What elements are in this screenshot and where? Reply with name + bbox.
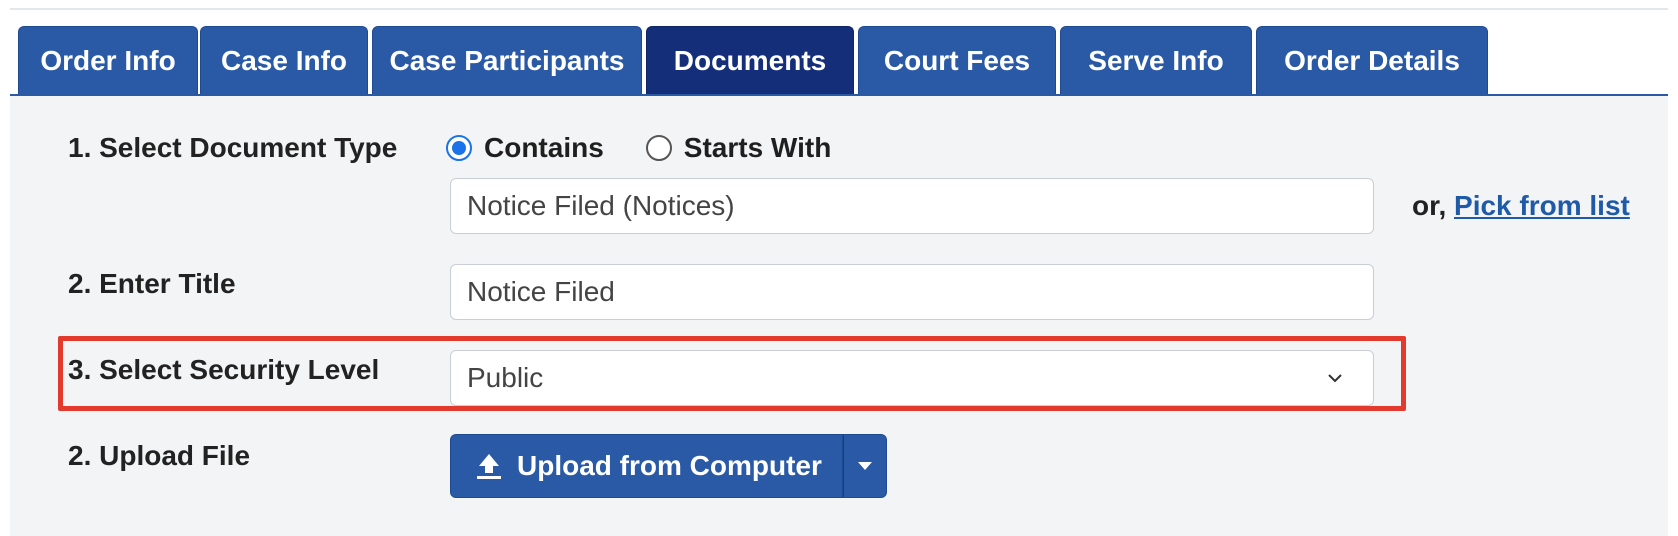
tab-serve-info[interactable]: Serve Info xyxy=(1060,26,1252,94)
document-type-input[interactable] xyxy=(450,178,1374,234)
contains-radio-label[interactable]: Contains xyxy=(484,132,604,164)
starts-with-radio-label[interactable]: Starts With xyxy=(684,132,832,164)
tab-order-info[interactable]: Order Info xyxy=(18,26,198,94)
tab-court-fees[interactable]: Court Fees xyxy=(858,26,1056,94)
upload-options-dropdown-button[interactable] xyxy=(842,434,887,498)
tab-label: Case Participants xyxy=(389,44,625,76)
select-security-level-label: 3. Select Security Level xyxy=(68,354,380,385)
tab-label: Documents xyxy=(673,44,827,76)
starts-with-radio[interactable] xyxy=(645,135,672,161)
top-divider xyxy=(10,8,1668,10)
upload-from-computer-button[interactable]: Upload from Computer xyxy=(450,434,843,498)
pick-from-list-prompt: or, Pick from list xyxy=(1412,190,1630,222)
or-text: or, xyxy=(1412,190,1447,221)
security-level-value: Public xyxy=(467,362,544,393)
tab-case-participants[interactable]: Case Participants xyxy=(372,26,642,94)
contains-radio[interactable] xyxy=(446,135,472,161)
pick-from-list-link[interactable]: Pick from list xyxy=(1454,190,1630,221)
enter-title-label: 2. Enter Title xyxy=(68,268,236,299)
tab-label: Order Info xyxy=(40,44,176,76)
tab-documents[interactable]: Documents xyxy=(646,26,854,94)
tab-label: Case Info xyxy=(220,44,348,76)
match-mode-radio-group: Contains Starts With xyxy=(446,132,873,164)
security-level-select[interactable]: Public xyxy=(450,350,1374,406)
tab-bar: Order Info Case Info Case Participants D… xyxy=(10,16,1668,97)
select-document-type-label: 1. Select Document Type xyxy=(68,132,398,163)
upload-button-label: Upload from Computer xyxy=(517,450,822,481)
tab-case-info[interactable]: Case Info xyxy=(200,26,368,94)
title-input[interactable] xyxy=(450,264,1374,320)
tab-order-details[interactable]: Order Details xyxy=(1256,26,1488,94)
caret-down-icon xyxy=(857,462,872,470)
tab-label: Order Details xyxy=(1284,44,1460,76)
upload-file-label: 2. Upload File xyxy=(68,440,251,471)
chevron-down-icon xyxy=(1328,374,1342,383)
tab-label: Court Fees xyxy=(883,44,1031,76)
upload-icon xyxy=(477,454,501,479)
tab-label: Serve Info xyxy=(1088,44,1224,76)
upload-button-group: Upload from Computer xyxy=(450,434,887,498)
